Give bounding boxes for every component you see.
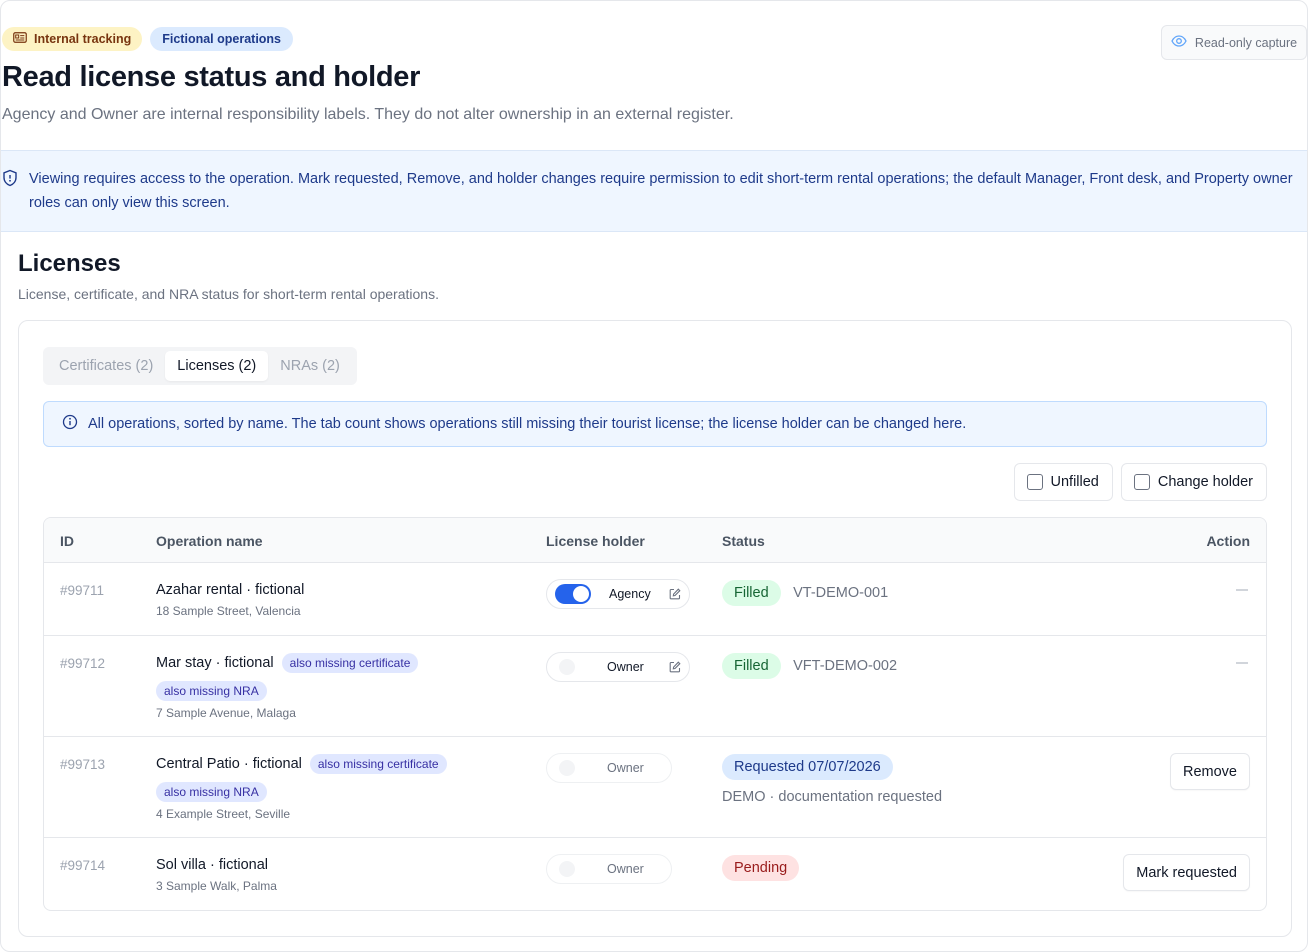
- missing-certificate-tag: also missing certificate: [309, 754, 447, 774]
- licenses-table: ID Operation name License holder Status …: [43, 517, 1267, 911]
- row-id: #99714: [60, 858, 106, 873]
- internal-tracking-label: Internal tracking: [34, 32, 132, 46]
- status-cell: Requested 07/07/2026 DEMO · documentatio…: [722, 754, 942, 805]
- header-badges: Internal tracking Fictional operations: [2, 27, 1307, 51]
- change-holder-label: Change holder: [1157, 474, 1253, 490]
- operation-name: Azahar rental · fictional: [156, 582, 305, 598]
- holder-switch[interactable]: [555, 657, 591, 677]
- status-cell: Filled VFT-DEMO-002: [722, 653, 897, 679]
- holder-label: Owner: [607, 660, 644, 674]
- row-id: #99712: [60, 656, 106, 671]
- tab-bar: Certificates (2) Licenses (2) NRAs (2): [43, 347, 357, 385]
- section-title: Licenses: [18, 250, 121, 277]
- tab-licenses[interactable]: Licenses (2): [165, 351, 269, 381]
- column-action: Action: [1206, 533, 1250, 549]
- page-subtitle: Agency and Owner are internal responsibi…: [2, 106, 734, 123]
- column-license-holder: License holder: [546, 533, 645, 549]
- table-header: ID Operation name License holder Status …: [44, 518, 1266, 563]
- page-title: Read license status and holder: [2, 61, 421, 93]
- licenses-card: Certificates (2) Licenses (2) NRAs (2) A…: [18, 320, 1292, 937]
- permission-banner: Viewing requires access to the operation…: [1, 150, 1307, 232]
- status-badge: Requested 07/07/2026: [722, 754, 893, 780]
- app-frame: Internal tracking Fictional operations R…: [0, 0, 1308, 952]
- table-row: #99711 Azahar rental · fictional 18 Samp…: [44, 563, 1266, 636]
- section-subtitle: License, certificate, and NRA status for…: [18, 286, 439, 302]
- row-id: #99713: [60, 757, 106, 772]
- holder-switch[interactable]: [555, 584, 591, 604]
- info-icon: [62, 414, 78, 434]
- operation-cell: Central Patio · fictional also missing c…: [156, 754, 476, 821]
- license-reference: VFT-DEMO-002: [793, 658, 898, 674]
- status-note: DEMO · documentation requested: [722, 789, 943, 805]
- edit-icon[interactable]: [669, 661, 681, 676]
- shield-icon: [1, 169, 19, 195]
- license-reference: VT-DEMO-001: [793, 585, 889, 601]
- holder-label: Owner: [607, 761, 644, 775]
- change-holder-checkbox[interactable]: [1133, 474, 1150, 490]
- tab-certificates[interactable]: Certificates (2): [47, 351, 165, 381]
- permission-banner-text: Viewing requires access to the operation…: [29, 171, 1293, 211]
- operation-address: 3 Sample Walk, Palma: [156, 879, 277, 893]
- status-badge: Filled: [722, 580, 781, 606]
- info-banner-text: All operations, sorted by name. The tab …: [88, 416, 967, 432]
- tab-nras[interactable]: NRAs (2): [268, 351, 352, 381]
- operation-cell: Sol villa · fictional 3 Sample Walk, Pal…: [156, 857, 277, 893]
- unfilled-checkbox[interactable]: [1026, 474, 1043, 490]
- holder-label: Owner: [607, 862, 644, 876]
- table-row: #99712 Mar stay · fictional also missing…: [44, 636, 1266, 737]
- operation-name: Mar stay · fictional: [156, 655, 274, 671]
- edit-icon[interactable]: [669, 588, 681, 603]
- no-action-dash: [1236, 662, 1248, 664]
- mark-requested-button[interactable]: Mark requested: [1123, 854, 1250, 891]
- status-cell: Filled VT-DEMO-001: [722, 580, 888, 606]
- operation-name: Sol villa · fictional: [156, 857, 269, 873]
- holder-switch: [555, 758, 591, 778]
- row-id: #99711: [60, 583, 105, 598]
- unfilled-label: Unfilled: [1050, 474, 1099, 490]
- eye-icon: [1171, 35, 1187, 50]
- missing-nra-tag: also missing NRA: [156, 681, 267, 701]
- unfilled-filter[interactable]: Unfilled: [1013, 463, 1113, 501]
- license-holder-toggle[interactable]: Agency: [546, 579, 690, 609]
- license-holder-toggle: Owner: [546, 854, 672, 884]
- no-action-dash: [1236, 589, 1248, 591]
- fictional-operations-badge: Fictional operations: [150, 27, 294, 51]
- read-only-capture-label: Read-only capture: [1194, 35, 1298, 50]
- info-banner: All operations, sorted by name. The tab …: [43, 401, 1267, 447]
- page-header: Internal tracking Fictional operations R…: [1, 1, 1307, 151]
- table-row: #99714 Sol villa · fictional 3 Sample Wa…: [44, 838, 1266, 910]
- operation-address: 7 Sample Avenue, Malaga: [156, 706, 296, 720]
- operation-name: Central Patio · fictional: [156, 756, 302, 772]
- id-card-icon: [13, 32, 27, 46]
- missing-certificate-tag: also missing certificate: [281, 653, 419, 673]
- operation-cell: Azahar rental · fictional 18 Sample Stre…: [156, 582, 304, 618]
- operation-cell: Mar stay · fictional also missing certif…: [156, 653, 456, 720]
- missing-nra-tag: also missing NRA: [156, 782, 267, 802]
- filter-bar: Unfilled Change holder: [1013, 463, 1267, 501]
- internal-tracking-badge: Internal tracking: [2, 27, 143, 51]
- column-operation-name: Operation name: [156, 533, 263, 549]
- status-cell: Pending: [722, 855, 800, 881]
- holder-label: Agency: [609, 587, 651, 601]
- remove-button[interactable]: Remove: [1170, 753, 1250, 790]
- column-status: Status: [722, 533, 765, 549]
- operation-address: 18 Sample Street, Valencia: [156, 604, 301, 618]
- table-row: #99713 Central Patio · fictional also mi…: [44, 737, 1266, 838]
- operation-address: 4 Example Street, Seville: [156, 807, 291, 821]
- holder-switch: [555, 859, 591, 879]
- read-only-capture-button[interactable]: Read-only capture: [1161, 25, 1307, 60]
- status-badge: Pending: [722, 855, 800, 881]
- license-holder-toggle[interactable]: Owner: [546, 652, 690, 682]
- column-id: ID: [60, 533, 74, 549]
- change-holder-filter[interactable]: Change holder: [1120, 463, 1267, 501]
- status-badge: Filled: [722, 653, 781, 679]
- license-holder-toggle: Owner: [546, 753, 672, 783]
